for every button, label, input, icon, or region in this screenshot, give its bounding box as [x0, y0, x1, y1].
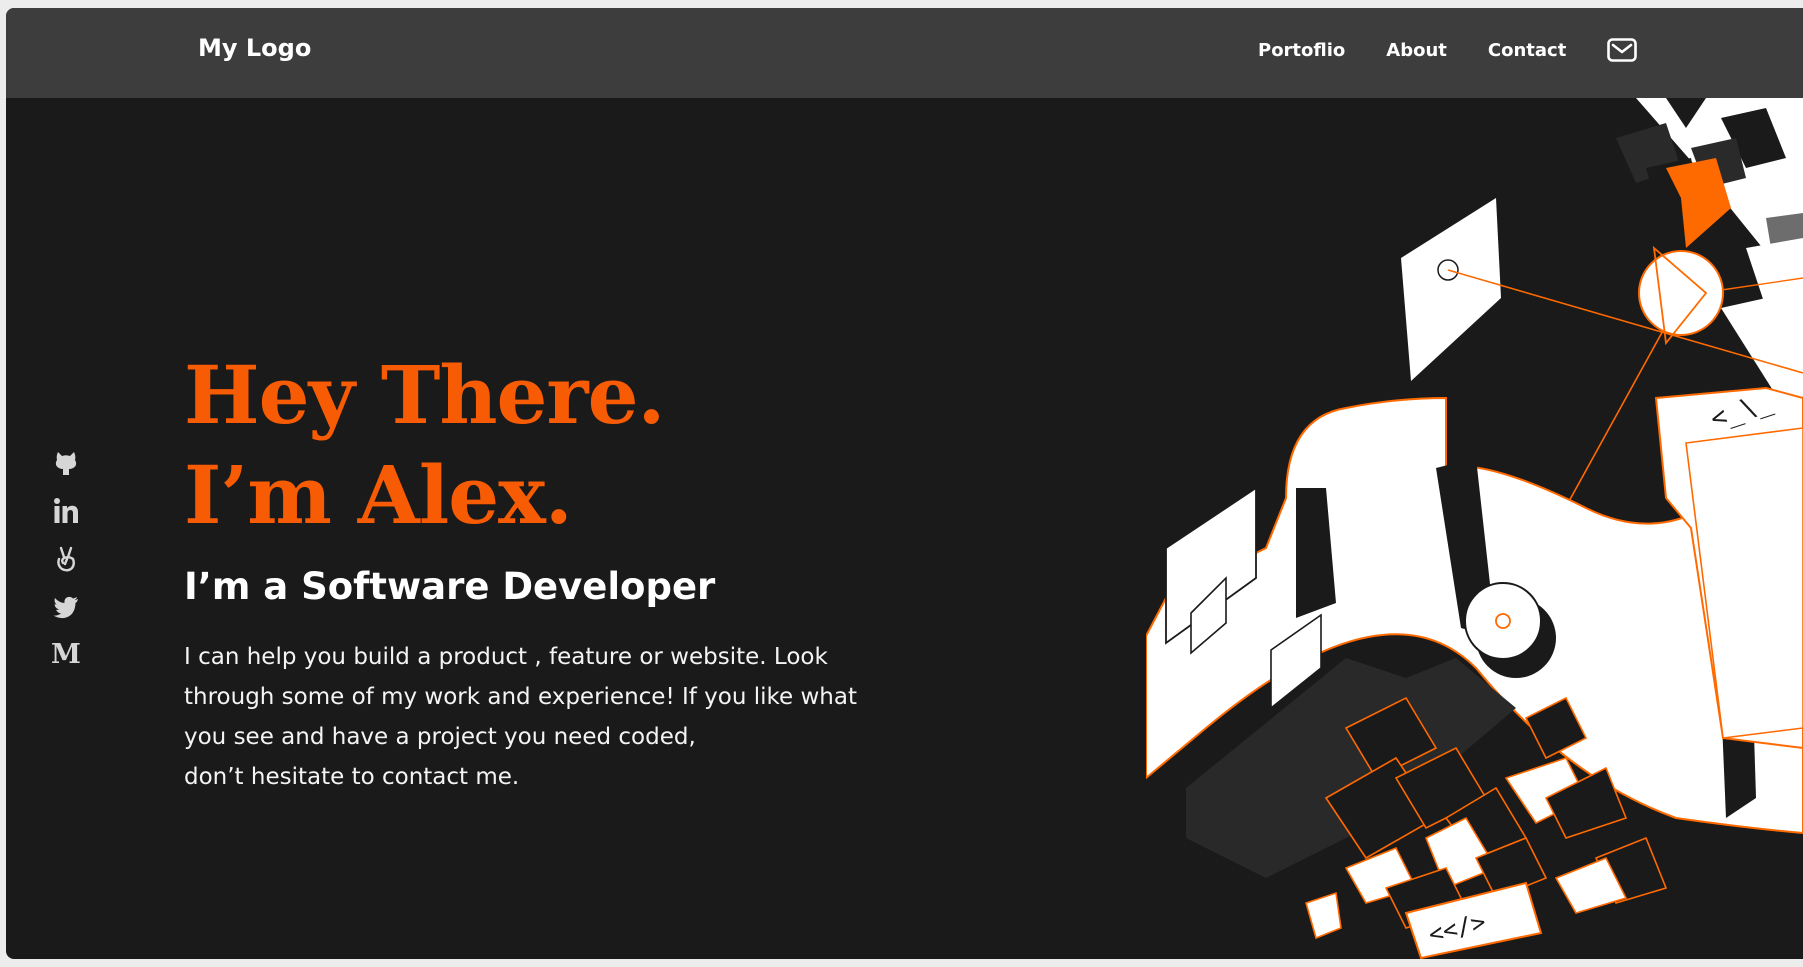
logo[interactable]: My Logo	[198, 34, 311, 62]
mail-icon[interactable]	[1607, 38, 1638, 62]
twitter-icon[interactable]	[51, 592, 81, 622]
navbar: My Logo Portoflio About Contact	[6, 8, 1803, 98]
hero-subtitle: I’m a Software Developer	[184, 565, 716, 608]
github-icon[interactable]	[51, 448, 81, 478]
angellist-icon[interactable]	[51, 544, 81, 574]
hero-description: I can help you build a product , feature…	[184, 637, 904, 797]
social-links: M	[46, 448, 86, 688]
nav-contact-link[interactable]: Contact	[1488, 40, 1566, 61]
nav-links: Portoflio About Contact	[1258, 38, 1638, 62]
hero-section: Hey There. I’m Alex. I’m a Software Deve…	[184, 345, 904, 797]
description-line: you see and have a project you need code…	[184, 724, 696, 750]
description-line: don’t hesitate to contact me.	[184, 764, 520, 790]
description-line: through some of my work and experience! …	[184, 684, 857, 710]
medium-icon[interactable]: M	[51, 640, 81, 670]
shape-card	[1401, 198, 1501, 381]
hero-headline: Hey There. I’m Alex.	[184, 345, 904, 545]
linkedin-icon[interactable]	[51, 496, 81, 526]
headline-line-1: Hey There.	[184, 348, 665, 442]
page-frame: My Logo Portoflio About Contact M Hey Th…	[6, 8, 1803, 959]
nav-about-link[interactable]: About	[1386, 40, 1447, 61]
medium-letter: M	[51, 639, 81, 670]
headline-line-2: I’m Alex.	[184, 448, 573, 542]
hero-illustration: <_\_ <</>	[1145, 98, 1803, 959]
nav-portfolio-link[interactable]: Portoflio	[1258, 40, 1345, 61]
description-line: I can help you build a product , feature…	[184, 644, 828, 670]
